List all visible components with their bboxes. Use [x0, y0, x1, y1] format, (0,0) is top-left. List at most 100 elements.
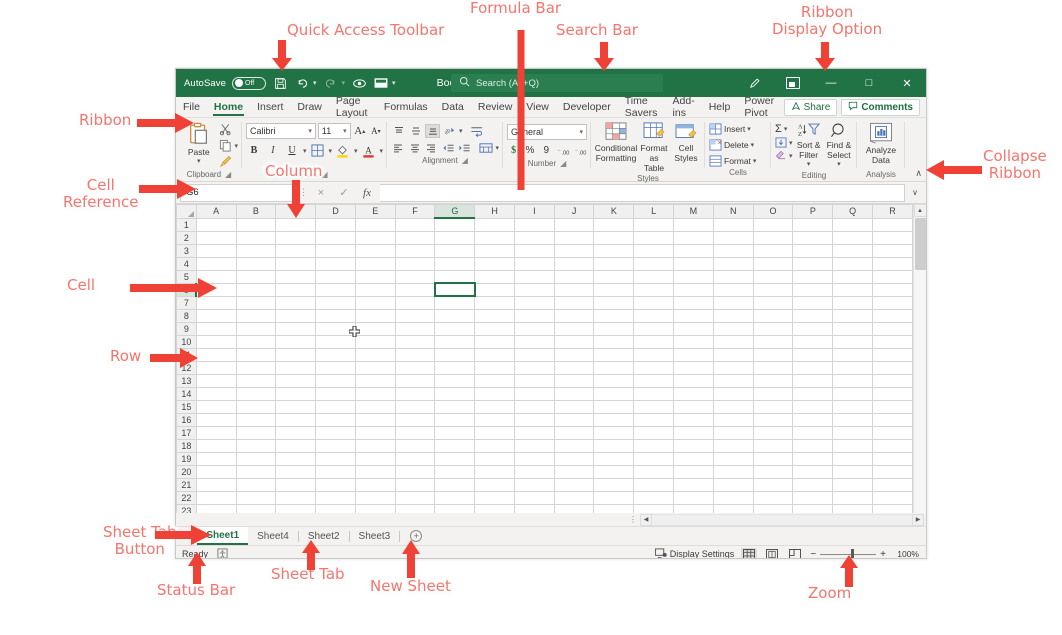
cell-Q1[interactable]: [833, 218, 873, 231]
cell-A10[interactable]: [196, 335, 236, 348]
cell-F21[interactable]: [395, 478, 435, 491]
cell-J3[interactable]: [554, 244, 594, 257]
tab-insert[interactable]: Insert: [250, 97, 290, 117]
cell-F20[interactable]: [395, 465, 435, 478]
delete-cells-button[interactable]: ✕ Delete ▾: [709, 139, 767, 151]
cell-O13[interactable]: [753, 374, 793, 387]
insert-chevron-down-icon[interactable]: ▾: [747, 125, 751, 133]
cell-D8[interactable]: [316, 309, 356, 322]
row-header-4[interactable]: 4: [177, 257, 197, 270]
cell-C13[interactable]: [276, 374, 316, 387]
cell-Q12[interactable]: [833, 361, 873, 374]
currency-button[interactable]: $: [507, 143, 520, 158]
cell-Q22[interactable]: [833, 491, 873, 504]
row-header-19[interactable]: 19: [177, 452, 197, 465]
cell-I19[interactable]: [515, 452, 555, 465]
tab-power-pivot[interactable]: Power Pivot: [737, 97, 783, 117]
cell-K5[interactable]: [594, 270, 634, 283]
cell-K16[interactable]: [594, 413, 634, 426]
clear-button[interactable]: ▾: [775, 150, 793, 161]
cell-E3[interactable]: [355, 244, 395, 257]
cell-O1[interactable]: [753, 218, 793, 231]
row-header-17[interactable]: 17: [177, 426, 197, 439]
cell-C20[interactable]: [276, 465, 316, 478]
cell-F15[interactable]: [395, 400, 435, 413]
cell-B22[interactable]: [236, 491, 276, 504]
cell-E12[interactable]: [355, 361, 395, 374]
cell-A14[interactable]: [196, 387, 236, 400]
format-chevron-down-icon[interactable]: ▾: [753, 157, 757, 165]
cell-J10[interactable]: [554, 335, 594, 348]
cell-N5[interactable]: [713, 270, 753, 283]
orientation-button[interactable]: ab: [442, 124, 457, 138]
cell-M22[interactable]: [673, 491, 713, 504]
cell-E14[interactable]: [355, 387, 395, 400]
cell-B5[interactable]: [236, 270, 276, 283]
font-name-chevron-down-icon[interactable]: ▾: [308, 127, 312, 135]
cell-D12[interactable]: [316, 361, 356, 374]
cell-G7[interactable]: [435, 296, 475, 309]
cell-B12[interactable]: [236, 361, 276, 374]
cell-I21[interactable]: [515, 478, 555, 491]
row-header-23[interactable]: 23: [177, 504, 197, 513]
cell-Q13[interactable]: [833, 374, 873, 387]
cell-G18[interactable]: [435, 439, 475, 452]
cell-C5[interactable]: [276, 270, 316, 283]
cell-R8[interactable]: [873, 309, 913, 322]
cell-P4[interactable]: [793, 257, 833, 270]
row-header-18[interactable]: 18: [177, 439, 197, 452]
cell-E17[interactable]: [355, 426, 395, 439]
cell-G15[interactable]: [435, 400, 475, 413]
cell-Q4[interactable]: [833, 257, 873, 270]
underline-chevron-down-icon[interactable]: ▾: [303, 147, 307, 155]
increase-indent-button[interactable]: [457, 141, 472, 155]
cell-I7[interactable]: [515, 296, 555, 309]
conditional-formatting-button[interactable]: Conditional Formatting: [595, 120, 637, 163]
cell-I2[interactable]: [515, 231, 555, 244]
minimize-icon[interactable]: —: [812, 69, 850, 97]
column-header-D[interactable]: D: [316, 205, 356, 219]
cell-M19[interactable]: [673, 452, 713, 465]
cell-Q10[interactable]: [833, 335, 873, 348]
cell-A5[interactable]: [196, 270, 236, 283]
cell-C15[interactable]: [276, 400, 316, 413]
cell-A3[interactable]: [196, 244, 236, 257]
cell-F4[interactable]: [395, 257, 435, 270]
cell-I11[interactable]: [515, 348, 555, 361]
cell-H5[interactable]: [475, 270, 515, 283]
cell-D9[interactable]: [316, 322, 356, 335]
cell-G11[interactable]: [435, 348, 475, 361]
cell-R6[interactable]: [873, 283, 913, 296]
cell-R22[interactable]: [873, 491, 913, 504]
cell-M14[interactable]: [673, 387, 713, 400]
cell-N10[interactable]: [713, 335, 753, 348]
cell-J18[interactable]: [554, 439, 594, 452]
paste-button[interactable]: Paste ▾: [180, 120, 217, 167]
column-header-R[interactable]: R: [873, 205, 913, 219]
comments-button[interactable]: Comments: [841, 99, 920, 116]
cell-K8[interactable]: [594, 309, 634, 322]
alignment-dialog-launcher-icon[interactable]: ◢: [462, 155, 468, 167]
cell-N15[interactable]: [713, 400, 753, 413]
cell-R9[interactable]: [873, 322, 913, 335]
cell-M16[interactable]: [673, 413, 713, 426]
cell-E22[interactable]: [355, 491, 395, 504]
cell-Q7[interactable]: [833, 296, 873, 309]
sheet-tab-buttons[interactable]: ‹ ›: [176, 527, 197, 545]
expand-formula-bar-icon[interactable]: ∨: [908, 188, 922, 197]
cell-F8[interactable]: [395, 309, 435, 322]
cell-K1[interactable]: [594, 218, 634, 231]
cell-I23[interactable]: [515, 504, 555, 513]
column-header-C[interactable]: C: [276, 205, 316, 219]
cell-A9[interactable]: [196, 322, 236, 335]
cell-E21[interactable]: [355, 478, 395, 491]
cell-C2[interactable]: [276, 231, 316, 244]
touch-mode-icon[interactable]: [373, 75, 389, 91]
cell-C9[interactable]: [276, 322, 316, 335]
cell-O20[interactable]: [753, 465, 793, 478]
cell-D11[interactable]: [316, 348, 356, 361]
cell-E1[interactable]: [355, 218, 395, 231]
cell-R13[interactable]: [873, 374, 913, 387]
row-header-6[interactable]: 6: [177, 283, 197, 296]
cell-L18[interactable]: [634, 439, 674, 452]
